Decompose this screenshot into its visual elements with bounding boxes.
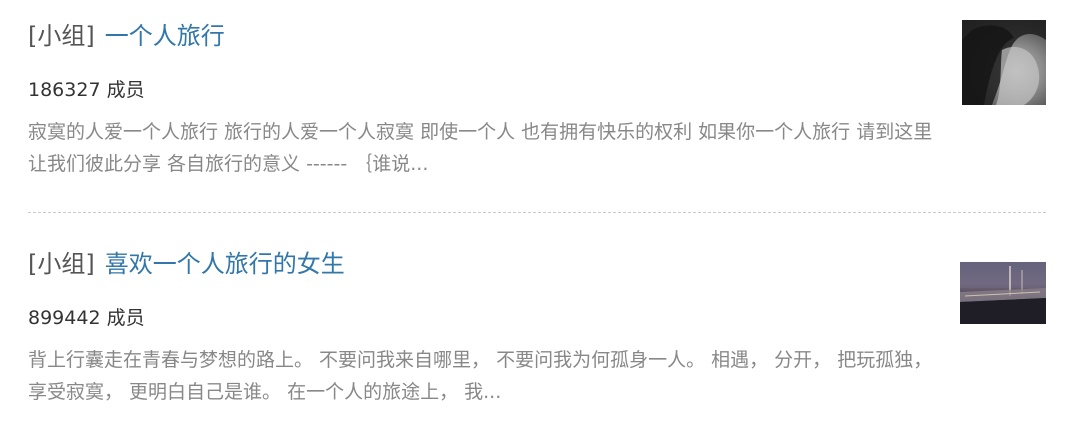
group-result: [小组] 一个人旅行 186327 成员 寂寞的人爱一个人旅行 旅行的人爱一个人寂…	[28, 18, 1046, 188]
group-description: 寂寞的人爱一个人旅行 旅行的人爱一个人寂寞 即使一个人 也有拥有快乐的权利 如果…	[28, 121, 933, 175]
result-separator	[28, 212, 1046, 213]
group-tag: [小组]	[28, 250, 95, 278]
group-title-link[interactable]: 喜欢一个人旅行的女生	[105, 250, 345, 278]
group-description: 背上行囊走在青春与梦想的路上。 不要问我来自哪里， 不要问我为何孤身一人。 相遇…	[28, 349, 933, 403]
group-title-link[interactable]: 一个人旅行	[105, 22, 225, 50]
woman-portrait-icon	[962, 20, 1046, 105]
group-tag: [小组]	[28, 22, 95, 50]
group-thumbnail[interactable]	[962, 20, 1046, 105]
result-title-row: [小组] 喜欢一个人旅行的女生	[28, 246, 345, 282]
member-count: 186327 成员	[28, 79, 145, 101]
member-count: 899442 成员	[28, 307, 145, 329]
group-result: [小组] 喜欢一个人旅行的女生 899442 成员 背上行囊走在青春与梦想的路上。…	[28, 246, 1046, 416]
group-thumbnail[interactable]	[960, 262, 1046, 324]
result-title-row: [小组] 一个人旅行	[28, 18, 225, 54]
dusk-road-icon	[960, 262, 1046, 324]
